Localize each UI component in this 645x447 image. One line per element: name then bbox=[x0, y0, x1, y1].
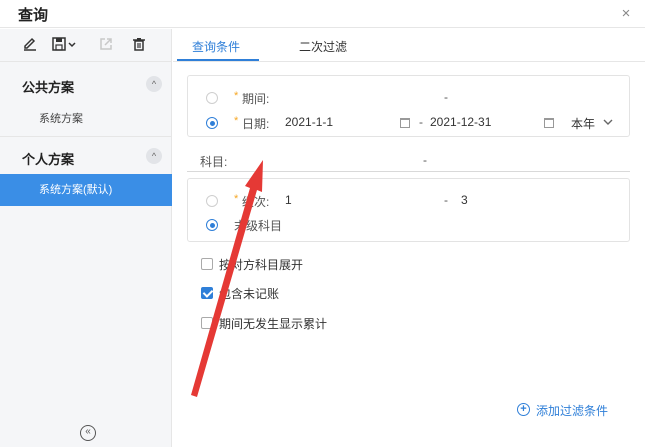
required-mark: * bbox=[234, 115, 239, 127]
tab-bar: 查询条件 二次过滤 bbox=[173, 29, 645, 62]
add-filter-button[interactable]: 添加过滤条件 bbox=[536, 402, 608, 419]
scheme-item-system[interactable]: 系统方案 bbox=[0, 103, 172, 135]
scheme-sidebar: 公共方案 ^ 系统方案 个人方案 ^ 系统方案(默认) « bbox=[0, 29, 172, 447]
chevron-up-icon[interactable]: ^ bbox=[146, 148, 162, 164]
level-radio[interactable] bbox=[206, 195, 218, 207]
chevron-down-icon[interactable] bbox=[602, 116, 614, 128]
query-main-panel: 查询条件 二次过滤 * 期间: - * 日期: 2021-1-1 - 2021-… bbox=[173, 29, 645, 447]
include-unposted-label: 包含未记账 bbox=[219, 287, 280, 301]
calendar-icon[interactable] bbox=[544, 118, 554, 128]
expand-by-counter-subject-checkbox[interactable] bbox=[201, 258, 213, 270]
leaf-subject-radio[interactable] bbox=[206, 219, 218, 231]
personal-scheme-group[interactable]: 个人方案 ^ bbox=[0, 141, 172, 171]
subject-label: 科目: bbox=[200, 155, 228, 169]
required-mark: * bbox=[234, 90, 239, 102]
scheme-item-system-default[interactable]: 系统方案(默认) bbox=[0, 174, 172, 206]
include-unposted-checkbox[interactable] bbox=[201, 287, 213, 299]
dialog-title: 查询 bbox=[18, 7, 49, 24]
save-icon[interactable] bbox=[50, 36, 80, 56]
divider bbox=[0, 136, 172, 137]
date-to-input[interactable]: 2021-12-31 bbox=[430, 115, 491, 129]
expand-by-counter-subject-label: 按对方科目展开 bbox=[219, 258, 304, 272]
period-date-box: * 期间: - * 日期: 2021-1-1 - 2021-12-31 本年 bbox=[187, 75, 630, 137]
level-box: * 级次: 1 - 3 末级科目 bbox=[187, 178, 630, 242]
add-circle-icon[interactable]: + bbox=[517, 403, 530, 416]
export-icon[interactable] bbox=[96, 36, 116, 56]
level-from-input[interactable]: 1 bbox=[285, 193, 292, 207]
leaf-subject-label: 末级科目 bbox=[234, 219, 283, 233]
required-mark: * bbox=[234, 193, 239, 205]
dialog-titlebar: 查询 × bbox=[0, 0, 645, 28]
period-label: 期间: bbox=[242, 92, 270, 106]
level-to-input[interactable]: 3 bbox=[461, 193, 468, 207]
public-scheme-group[interactable]: 公共方案 ^ bbox=[0, 69, 172, 99]
level-range-dash: - bbox=[444, 193, 448, 207]
date-radio[interactable] bbox=[206, 117, 218, 129]
subject-range-dash: - bbox=[423, 153, 427, 167]
date-from-input[interactable]: 2021-1-1 bbox=[285, 115, 333, 129]
tab-secondary-filter[interactable]: 二次过滤 bbox=[299, 38, 347, 55]
period-range-dash: - bbox=[444, 90, 448, 104]
edit-icon[interactable] bbox=[20, 36, 40, 56]
tab-query-conditions[interactable]: 查询条件 bbox=[192, 38, 240, 55]
subject-input-underline[interactable] bbox=[187, 171, 630, 172]
active-tab-indicator bbox=[177, 59, 259, 61]
delete-icon[interactable] bbox=[129, 36, 149, 56]
personal-scheme-title: 个人方案 bbox=[22, 152, 75, 167]
show-cumulative-label: 期间无发生显示累计 bbox=[219, 317, 328, 331]
public-scheme-title: 公共方案 bbox=[22, 80, 75, 95]
date-label: 日期: bbox=[242, 117, 270, 131]
level-label: 级次: bbox=[242, 195, 270, 209]
date-preset-select[interactable]: 本年 bbox=[571, 115, 595, 132]
period-radio[interactable] bbox=[206, 92, 218, 104]
show-cumulative-checkbox[interactable] bbox=[201, 317, 213, 329]
close-icon[interactable]: × bbox=[617, 5, 635, 23]
calendar-icon[interactable] bbox=[400, 118, 410, 128]
collapse-sidebar-icon[interactable]: « bbox=[80, 425, 96, 441]
scheme-toolbar bbox=[0, 29, 172, 62]
chevron-up-icon[interactable]: ^ bbox=[146, 76, 162, 92]
date-range-dash: - bbox=[419, 115, 423, 129]
